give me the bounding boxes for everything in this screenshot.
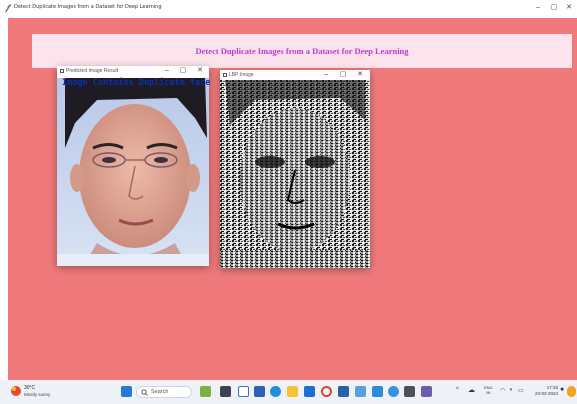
windows-start-icon[interactable] <box>121 386 132 397</box>
taskbar-app-icon[interactable] <box>372 386 383 397</box>
search-icon <box>141 389 148 396</box>
lbp-image-window[interactable]: LBP Image – ▢ ✕ <box>220 70 370 268</box>
opera-icon[interactable] <box>321 386 332 397</box>
lbp-texture-image <box>220 80 370 268</box>
system-clock[interactable]: 17:33 23-03-2024 <box>532 385 558 397</box>
wifi-icon[interactable]: ◠ <box>500 387 505 394</box>
lbp-maximize-button[interactable]: ▢ <box>337 70 349 80</box>
predicted-image-window[interactable]: Predicted Image Result – ▢ ✕ Image Conta… <box>57 66 211 266</box>
lbp-minimize-button[interactable]: – <box>320 70 332 80</box>
taskbar-app-icon[interactable] <box>200 386 211 397</box>
bell-icon[interactable]: ● <box>560 386 564 393</box>
predicted-maximize-button[interactable]: ▢ <box>177 66 189 76</box>
taskbar-app-icon[interactable] <box>338 386 349 397</box>
taskbar-app-icon[interactable] <box>355 386 366 397</box>
weather-sun-icon[interactable] <box>10 385 22 397</box>
chevron-up-icon[interactable]: ^ <box>456 387 459 393</box>
file-explorer-icon[interactable] <box>287 386 298 397</box>
taskbar-app-icon[interactable] <box>404 386 415 397</box>
predicted-window-titlebar[interactable]: Predicted Image Result – ▢ ✕ <box>57 66 209 76</box>
window-title: Detect Duplicate Images from a Dataset f… <box>14 4 162 10</box>
app-titlebar: Detect Duplicate Images from a Dataset f… <box>0 0 577 18</box>
taskbar-app-icon[interactable] <box>220 386 231 397</box>
taskbar-app-icon[interactable] <box>421 386 432 397</box>
minimize-button[interactable]: – <box>531 3 545 13</box>
face-photo <box>57 78 209 266</box>
window-app-icon <box>60 69 64 73</box>
taskbar-app-icon[interactable] <box>304 386 315 397</box>
weather-condition[interactable]: Mostly sunny <box>24 392 50 397</box>
prediction-caption: Image Contains Duplicate face <box>62 78 211 88</box>
window-app-icon <box>223 73 227 77</box>
predicted-minimize-button[interactable]: – <box>161 66 173 76</box>
language-indicator[interactable]: ENG IN <box>484 385 493 395</box>
taskbar-app-icon[interactable] <box>254 386 265 397</box>
copilot-icon[interactable] <box>567 386 576 397</box>
predicted-close-button[interactable]: ✕ <box>194 66 206 76</box>
page-title: Detect Duplicate Images from a Dataset f… <box>195 46 409 56</box>
search-box[interactable]: Search <box>136 386 192 398</box>
battery-icon[interactable]: ▭ <box>518 387 524 394</box>
edge-browser-icon[interactable] <box>270 386 281 397</box>
lbp-window-titlebar[interactable]: LBP Image – ▢ ✕ <box>220 70 370 80</box>
cloud-icon[interactable]: ☁ <box>468 386 475 394</box>
search-label: Search <box>151 389 169 395</box>
lbp-window-title: LBP Image <box>229 72 254 78</box>
predicted-window-title: Predicted Image Result <box>66 68 118 74</box>
maximize-button[interactable]: ▢ <box>547 3 561 13</box>
taskbar: 30°C Mostly sunny Search ^ ☁ ENG IN ◠ ◖ … <box>0 380 577 404</box>
lbp-close-button[interactable]: ✕ <box>354 70 366 80</box>
taskbar-app-icon[interactable] <box>388 386 399 397</box>
taskbar-app-icon[interactable] <box>238 386 249 397</box>
volume-icon[interactable]: ◖ <box>509 387 513 393</box>
header-banner: Detect Duplicate Images from a Dataset f… <box>32 34 572 68</box>
close-button[interactable]: ✕ <box>562 3 576 13</box>
weather-temperature[interactable]: 30°C <box>24 385 35 391</box>
feather-icon <box>5 4 11 13</box>
window-border <box>0 18 8 380</box>
